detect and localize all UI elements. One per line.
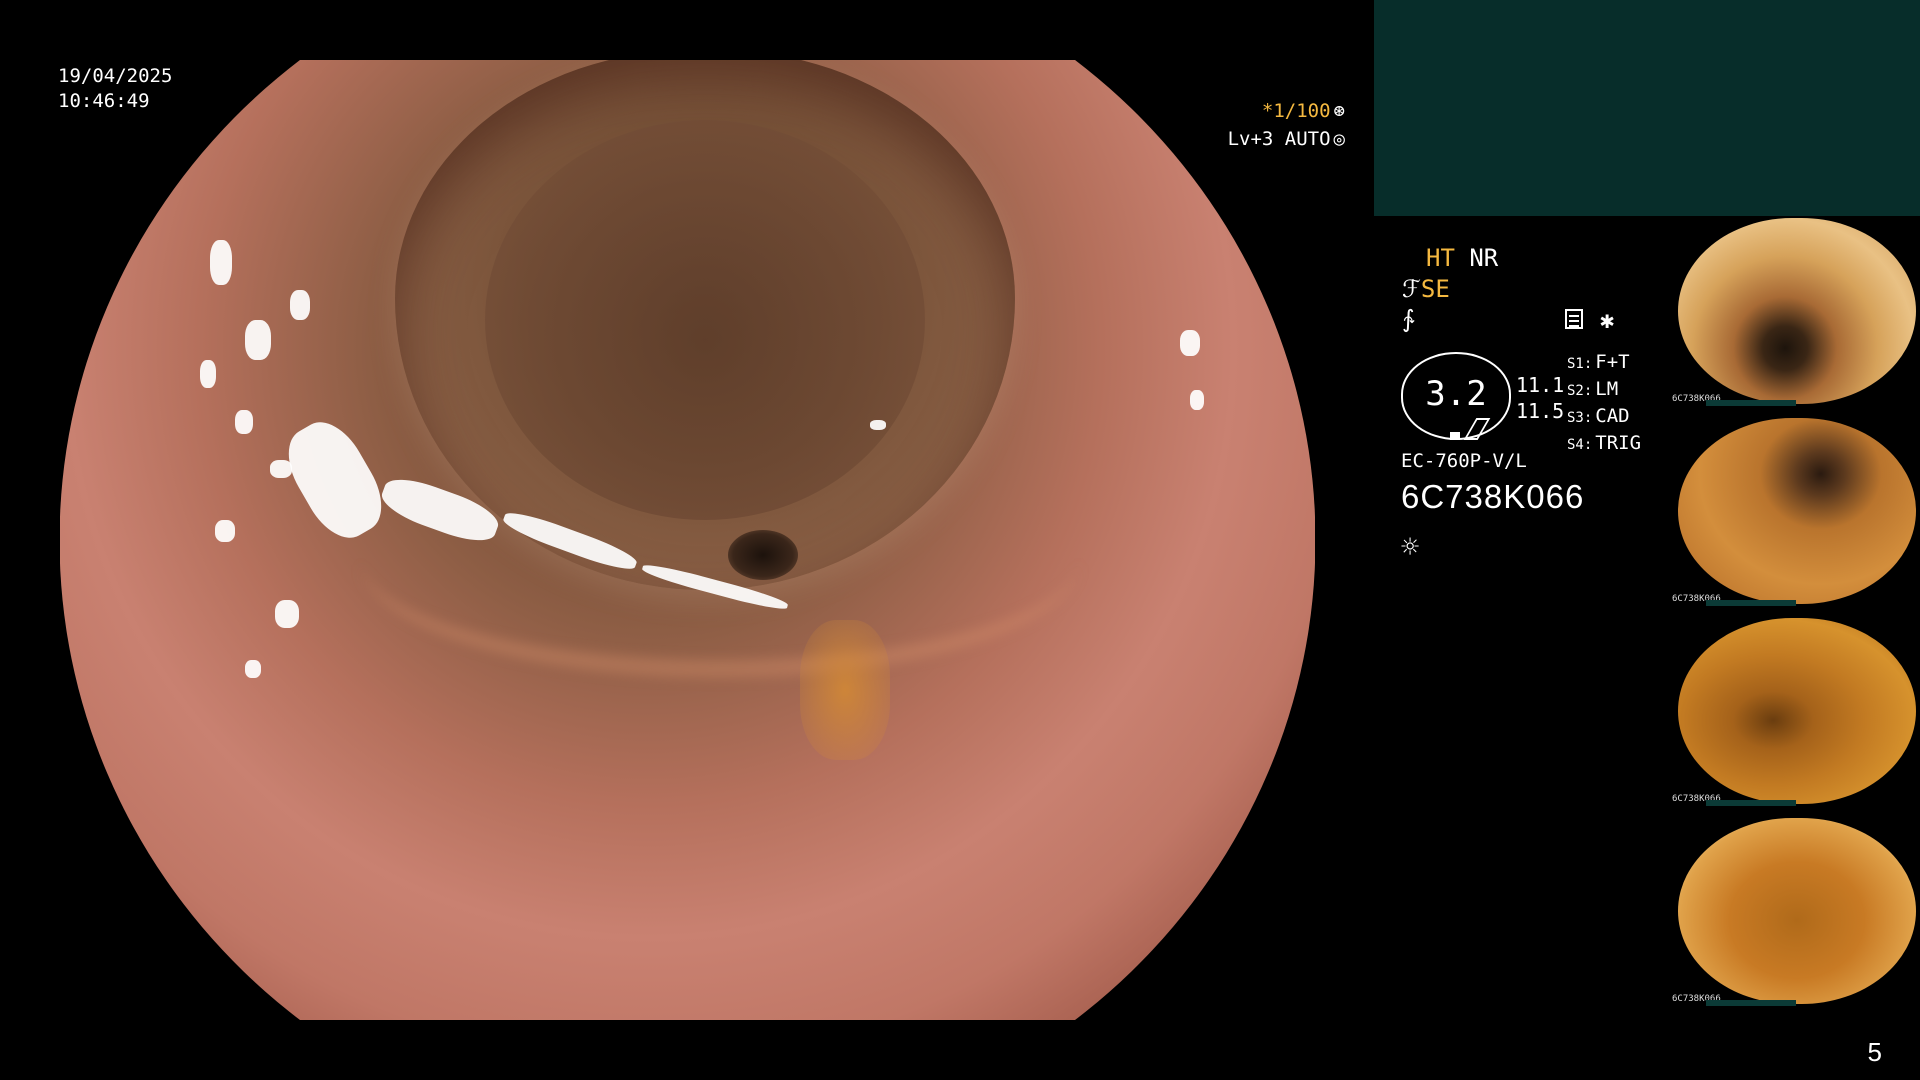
scope-value: 3.2 [1425, 374, 1487, 414]
thumbnail[interactable]: 6C738K066 [1670, 416, 1920, 608]
datetime-display: 19/04/2025 10:46:49 [58, 64, 172, 114]
thumbnail-image [1678, 618, 1916, 804]
slot-s3: S3: CAD [1567, 404, 1641, 431]
shutter-icon: ⊛ [1333, 100, 1345, 122]
thumbnail[interactable]: 6C738K066 [1670, 216, 1920, 408]
page-number: 5 [1867, 1037, 1882, 1067]
thumbnail-bar [1706, 400, 1796, 406]
light-reflection [245, 320, 271, 360]
se-row: ℱSE [1402, 275, 1450, 303]
shutter-speed: *1/100 ⊛ [1262, 100, 1345, 122]
light-reflection [215, 520, 235, 542]
light-reflection [210, 240, 232, 285]
thumbnail-image [1678, 818, 1916, 1004]
thumbnail-bar [1706, 800, 1796, 806]
light-reflection [245, 660, 261, 678]
se-mode: SE [1420, 275, 1450, 303]
endoscopy-view [60, 60, 1315, 1020]
asterisk-icon: ✱ [1600, 306, 1615, 334]
switch-assignments: S1: F+T S2: LM S3: CAD S4: TRIG [1567, 350, 1641, 458]
thumbnail[interactable]: 6C738K066 [1670, 616, 1920, 808]
mucus-stain [800, 620, 890, 760]
light-reflection [200, 360, 216, 388]
slot-value: CAD [1595, 405, 1630, 427]
light-reflection [290, 290, 310, 320]
mucosal-fold [360, 440, 1080, 678]
scope-serial: 6C738K066 [1401, 478, 1585, 515]
light-reflection [275, 600, 299, 628]
light-reflection [870, 420, 886, 430]
endoscopy-screen: 19/04/2025 10:46:49 *1/100 ⊛ Lv+3 AUTO ◎ H… [0, 0, 1920, 1080]
iris-icon: ◎ [1333, 128, 1345, 150]
thumbnail-image [1678, 218, 1916, 404]
time-text: 10:46:49 [58, 90, 150, 112]
slot-value: TRIG [1595, 432, 1642, 454]
thumbnail-image [1678, 418, 1916, 604]
brightness-level: Lv+3 AUTO ◎ [1228, 128, 1345, 150]
enhance-icon: ℱ [1402, 275, 1421, 303]
slot-s4: S4: TRIG [1567, 431, 1641, 458]
nr-mode: NR [1469, 244, 1499, 272]
date-text: 19/04/2025 [58, 65, 173, 87]
info-panel-header [1374, 0, 1920, 216]
shutter-speed-label: *1/100 [1261, 100, 1331, 122]
light-reflection [1190, 390, 1204, 410]
light-reflection [270, 460, 292, 478]
mode-row: HT NR [1426, 244, 1498, 272]
light-reflection [1180, 330, 1200, 356]
brightness-level-label: Lv+3 AUTO [1227, 128, 1331, 150]
slot-value: LM [1595, 378, 1619, 400]
light-source-icon: ☼ [1401, 530, 1420, 565]
light-reflection [235, 410, 253, 434]
scope-model: EC-760P-V/L [1401, 450, 1527, 472]
slot-key: S2: [1567, 383, 1593, 399]
thumbnail-bar [1706, 600, 1796, 606]
thumbnail-bar [1706, 1000, 1796, 1006]
slot-key: S1: [1567, 356, 1593, 372]
gauge-marker-icon [1450, 432, 1460, 440]
slot-s1: S1: F+T [1567, 350, 1641, 377]
reading-1: 11.1 [1516, 373, 1565, 397]
scope-readings: 11.1 11.5 [1516, 372, 1564, 424]
thumbnail[interactable]: 6C738K066 [1670, 816, 1920, 1008]
slot-value: F+T [1595, 351, 1630, 373]
thumbnail-strip: 6C738K066 6C738K066 6C738K066 6C738K066 [1670, 216, 1920, 1016]
ht-mode: HT [1426, 244, 1455, 272]
gamma-curve-icon: ∱ [1402, 305, 1415, 333]
record-icon [1565, 309, 1583, 329]
slot-key: S3: [1567, 410, 1593, 426]
slot-s2: S2: LM [1567, 377, 1641, 404]
reading-2: 11.5 [1516, 399, 1565, 423]
slot-key: S4: [1567, 437, 1593, 453]
